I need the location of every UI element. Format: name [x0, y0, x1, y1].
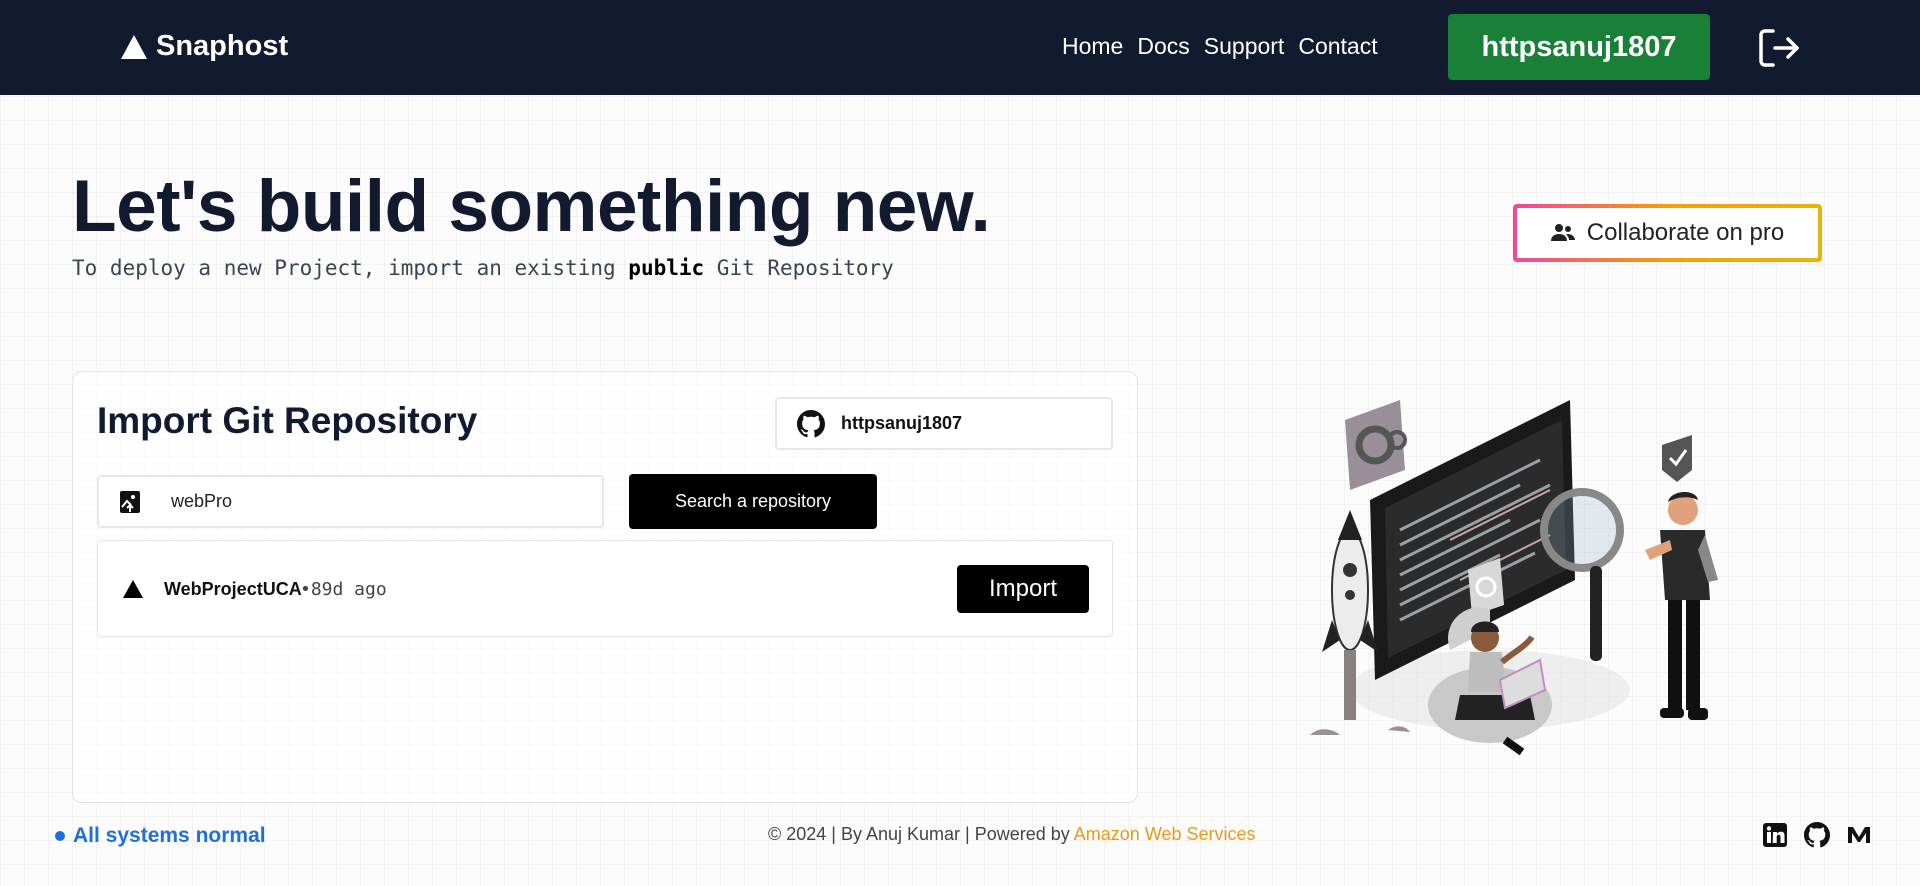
search-repository-button[interactable]: Search a repository [629, 474, 877, 529]
image-upload-icon [120, 490, 140, 513]
repo-age: •89d ago [300, 579, 387, 600]
user-account-button[interactable]: httpsanuj1807 [1448, 14, 1710, 80]
subtitle-suffix: Git Repository [704, 256, 894, 280]
nav-docs-link[interactable]: Docs [1137, 33, 1189, 60]
repo-name: WebProjectUCA [164, 579, 302, 599]
social-links [1762, 822, 1872, 848]
footer-credit: © 2024 | By Anuj Kumar | Powered by Amaz… [768, 824, 1256, 845]
github-icon [797, 409, 825, 437]
developer-illustration [1310, 400, 1718, 756]
repo-search-field[interactable] [97, 475, 604, 528]
page-title: Let's build something new. [72, 166, 991, 247]
credit-prefix: © 2024 | By Anuj Kumar | Powered by [768, 824, 1074, 844]
collaborate-button[interactable]: Collaborate on pro [1513, 204, 1822, 262]
nav-contact-link[interactable]: Contact [1298, 33, 1377, 60]
users-icon [1550, 224, 1575, 241]
triangle-logo-icon [121, 34, 147, 59]
github-account-selector[interactable]: httpsanuj1807 [775, 397, 1113, 450]
collaborate-button-inner: Collaborate on pro [1517, 208, 1818, 258]
logout-icon[interactable] [1758, 28, 1800, 68]
medium-icon[interactable] [1846, 822, 1872, 848]
brand-logo[interactable]: Snaphost [120, 30, 288, 63]
github-icon[interactable] [1804, 822, 1830, 848]
nav-links: Home Docs Support Contact [1062, 33, 1392, 60]
triangle-repo-icon [123, 580, 143, 598]
nav-support-link[interactable]: Support [1204, 33, 1285, 60]
subtitle-prefix: To deploy a new Project, import an exist… [72, 256, 629, 280]
import-button[interactable]: Import [957, 565, 1089, 613]
system-status[interactable]: All systems normal [55, 824, 266, 848]
page-subtitle: To deploy a new Project, import an exist… [72, 256, 894, 280]
repo-list-item: WebProjectUCA •89d ago Import [97, 540, 1113, 637]
github-username: httpsanuj1807 [841, 413, 963, 433]
aws-link[interactable]: Amazon Web Services [1074, 824, 1256, 844]
status-text: All systems normal [73, 824, 266, 847]
linkedin-icon[interactable] [1762, 822, 1788, 848]
collaborate-label: Collaborate on pro [1586, 219, 1785, 246]
nav-home-link[interactable]: Home [1062, 33, 1123, 60]
status-dot-icon [55, 831, 65, 841]
subtitle-bold: public [628, 256, 705, 280]
brand-name: Snaphost [156, 30, 289, 62]
import-card-title: Import Git Repository [97, 400, 478, 441]
repo-search-input[interactable] [171, 491, 571, 512]
navbar: Snaphost Home Docs Support Contact https… [0, 0, 1920, 95]
